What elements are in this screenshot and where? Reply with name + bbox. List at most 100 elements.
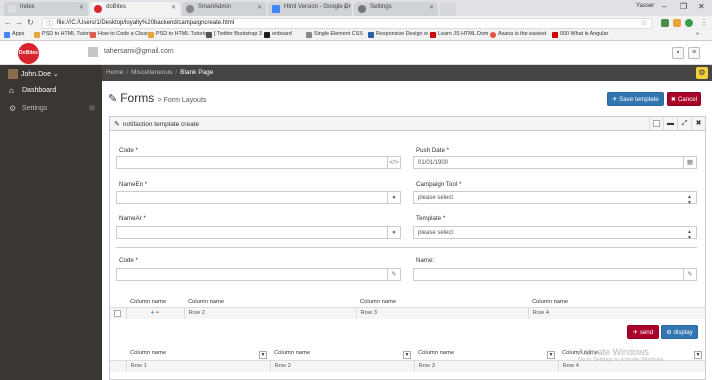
close-icon[interactable]: ✕ — [429, 4, 434, 11]
expand-icon[interactable]: ⊞ — [89, 104, 95, 112]
collapse-icon[interactable]: ▬ — [663, 117, 677, 130]
table-cell[interactable]: Row 1 — [125, 360, 270, 372]
reload-icon[interactable]: ↻ — [27, 18, 34, 27]
breadcrumb-miscellaneous[interactable]: Miscellaneous — [131, 69, 172, 76]
gear-icon: ⚙ — [9, 104, 17, 113]
edit-icon: ✎ — [108, 93, 118, 105]
browser-tab-dobites[interactable]: doBites ✕ — [90, 2, 180, 16]
forward-icon[interactable]: → — [15, 18, 23, 27]
browser-tab-settings[interactable]: Settings ✕ — [354, 2, 438, 16]
name-ar-input[interactable]: ● — [116, 226, 401, 239]
home-icon: ⌂ — [9, 86, 14, 95]
maximize-icon[interactable]: ❐ — [680, 2, 687, 11]
app-header: DoBites tahersami@gmail.com ▪ ≡ — [0, 41, 712, 65]
table-cell[interactable]: Row 2 — [183, 307, 356, 319]
bookmark-item[interactable]: enboard — [264, 31, 292, 38]
cancel-button[interactable]: ✖ Cancel — [667, 92, 701, 106]
column-table: Column name Column name Column name Colu… — [110, 297, 705, 319]
push-date-input[interactable]: 01/01/1900 ▦ — [413, 156, 697, 169]
bookmark-item[interactable]: Single Element CSS — [306, 31, 363, 38]
sidebar-item-dashboard[interactable]: ⌂ Dashboard — [0, 83, 102, 99]
select-caret-icon: ▲ ▼ — [687, 194, 692, 206]
close-icon[interactable]: ✕ — [257, 4, 262, 11]
sidebar-user[interactable]: John.Doe ⌄ — [8, 69, 59, 79]
close-icon[interactable]: ✕ — [171, 4, 176, 11]
campaign-tool-value: please select — [418, 195, 454, 201]
filter-icon[interactable]: ▼ — [694, 351, 702, 360]
pencil-icon: ✎ — [683, 269, 696, 280]
new-tab-button[interactable] — [440, 2, 456, 16]
bookmark-apps[interactable]: Apps — [4, 31, 24, 38]
tab-label: doBites — [106, 4, 127, 10]
save-template-button[interactable]: ✈ Save template — [607, 92, 664, 106]
name-input[interactable]: ✎ — [413, 268, 697, 281]
template-select[interactable]: please select ▲ ▼ — [413, 226, 697, 241]
minimize-icon[interactable]: – — [662, 2, 666, 11]
filter-icon[interactable]: ▼ — [547, 351, 555, 360]
dobites-favicon-icon — [94, 5, 102, 13]
table-cell[interactable]: Row 2 — [269, 360, 414, 372]
menu-dots-icon[interactable]: ⋮ — [700, 18, 708, 27]
code-input-2[interactable]: ✎ — [116, 268, 401, 281]
sidebar-item-settings[interactable]: ⚙ Settings ⊞ — [0, 101, 102, 117]
extension-icon[interactable] — [661, 19, 669, 27]
bookmark-item[interactable]: Learn JS HTML Dom — [430, 31, 488, 38]
filter-icon[interactable]: ▼ — [403, 351, 411, 360]
sidebar-item-label: Settings — [22, 105, 48, 112]
column-header: Column name ▼ — [414, 350, 558, 361]
bookmark-item[interactable]: [ Twitter Bootstrap 3 — [206, 31, 262, 38]
url-field[interactable]: ⓘ file:///C:/Users/1/Desktop/loyalty%20b… — [42, 18, 652, 29]
name-en-input[interactable]: ● — [116, 191, 401, 204]
send-icon: ✈ — [632, 329, 639, 336]
settings-icon: ⚙ — [666, 329, 672, 336]
breadcrumb-home[interactable]: Home — [106, 69, 123, 76]
code-input[interactable]: </> — [116, 156, 401, 169]
window-user-label: Yasser — [636, 3, 655, 9]
add-row-icon[interactable]: + — [151, 310, 154, 316]
windows-activation-watermark: Activate Windows Go to Settings to activ… — [578, 347, 665, 363]
browser-tab-index[interactable]: Index ✕ — [4, 2, 88, 16]
close-window-icon[interactable]: ✕ — [698, 2, 705, 11]
url-text: file:///C:/Users/1/Desktop/loyalty%20bac… — [57, 20, 235, 26]
bookmark-item[interactable]: PSD to HTML Tutoria — [148, 31, 207, 38]
table-cell[interactable]: Row 3 — [413, 360, 558, 372]
calendar-icon[interactable]: ▦ — [683, 157, 696, 168]
bookmark-item[interactable]: Asana is the easiest — [490, 31, 546, 38]
lock-icon[interactable]: ▪ — [672, 47, 684, 59]
code-label-2: Code * — [119, 257, 138, 264]
dobites-logo[interactable]: DoBites — [18, 43, 39, 64]
form-widget: ✎ notifaction template create ▬ ⤢ ✖ Code … — [109, 116, 706, 380]
gear-icon[interactable]: ⚙ — [696, 67, 708, 79]
hamburger-menu-icon[interactable]: ≡ — [688, 47, 700, 59]
youtube-icon — [430, 32, 436, 38]
browser-tab-smartadmin[interactable]: SmartAdmin ✕ — [182, 2, 266, 16]
bookmark-item[interactable]: How to Code a Clean — [90, 31, 149, 38]
fullscreen-icon[interactable]: ⤢ — [677, 117, 691, 130]
bookmarks-overflow[interactable]: » — [696, 31, 699, 37]
remove-row-icon[interactable]: − — [156, 310, 159, 316]
widget-checkbox[interactable] — [649, 117, 663, 130]
star-icon[interactable]: ☆ — [641, 19, 647, 27]
avatar — [8, 69, 18, 79]
bookmark-item[interactable]: Responsive Design w — [368, 31, 428, 38]
close-icon[interactable]: ✕ — [79, 4, 84, 11]
send-button[interactable]: ✈ send — [627, 325, 659, 339]
campaign-tool-select[interactable]: please select ▲ ▼ — [413, 191, 697, 206]
user-avatar-icon[interactable] — [88, 47, 98, 57]
table-cell[interactable]: Row 4 — [527, 307, 705, 319]
row-checkbox[interactable] — [114, 309, 121, 317]
bookmark-item[interactable]: PSD to HTML Tutoria — [34, 31, 93, 38]
close-icon[interactable]: ✕ — [343, 4, 348, 11]
extension-icon[interactable] — [685, 19, 693, 27]
back-icon[interactable]: ← — [4, 18, 12, 27]
bookmark-item[interactable]: 000 What is Angular — [552, 31, 608, 38]
display-button[interactable]: ⚙ display — [661, 325, 698, 339]
column-header: Column name — [184, 297, 356, 308]
user-email: tahersami@gmail.com — [104, 48, 174, 55]
campaign-tool-label: Campaign Tool * — [416, 181, 462, 188]
extension-icon[interactable] — [673, 19, 681, 27]
close-icon[interactable]: ✖ — [691, 117, 705, 130]
filter-icon[interactable]: ▼ — [259, 351, 267, 360]
browser-tab-google-drive[interactable]: Html Version - Google Dr ✕ — [268, 2, 352, 16]
table-cell[interactable]: Row 3 — [355, 307, 528, 319]
